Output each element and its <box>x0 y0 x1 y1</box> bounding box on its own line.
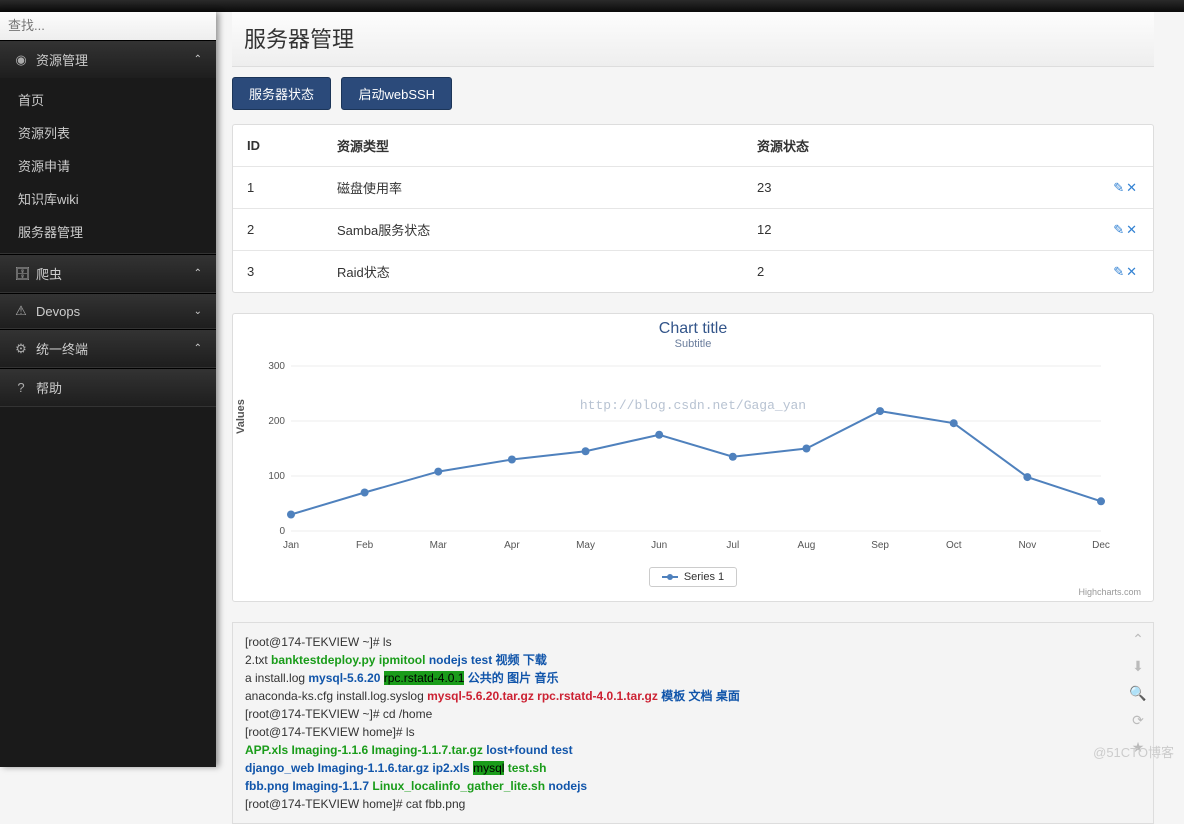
svg-text:200: 200 <box>268 416 285 427</box>
svg-text:Jul: Jul <box>726 540 739 551</box>
legend-label: Series 1 <box>684 571 724 583</box>
nav-group-label: 帮助 <box>36 378 62 397</box>
svg-text:Mar: Mar <box>430 540 448 551</box>
terminal-line: a install.log mysql-5.6.20 rpc.rstatd-4.… <box>245 669 1141 687</box>
nav-group-1[interactable]: 🗄 爬虫 ⌃ <box>0 255 216 292</box>
chart-legend: Series 1 <box>241 567 1145 587</box>
cell-status: 2 <box>743 251 1093 293</box>
chevron-up-icon: ⌃ <box>194 268 202 279</box>
download-icon[interactable]: ⬇ <box>1129 656 1147 677</box>
svg-text:Feb: Feb <box>356 540 374 551</box>
svg-text:Jan: Jan <box>283 540 299 551</box>
nav-group-label: 资源管理 <box>36 50 88 69</box>
resource-table-panel: ID资源类型资源状态 1磁盘使用率23✎✕2Samba服务状态12✎✕3Raid… <box>232 124 1154 293</box>
terminal-line: [root@174-TEKVIEW ~]# ls <box>245 633 1141 651</box>
cell-type: Samba服务状态 <box>323 209 743 251</box>
nav-item-0-3[interactable]: 知识库wiki <box>0 182 216 215</box>
col-header: 资源类型 <box>323 125 743 167</box>
cell-id: 3 <box>233 251 323 293</box>
terminal-line: 2.txt banktestdeploy.py ipmitool nodejs … <box>245 651 1141 669</box>
nav-group-0[interactable]: ◉ 资源管理 ⌃ <box>0 41 216 78</box>
button-row: 服务器状态 启动webSSH <box>232 67 1154 124</box>
nav-group-4[interactable]: ? 帮助 <box>0 369 216 406</box>
svg-text:May: May <box>576 540 595 551</box>
nav-group-icon: ⚠ <box>14 303 28 319</box>
nav-group-icon: 🗄 <box>14 266 28 282</box>
chart-ylabel: Values <box>235 399 247 434</box>
chart-title: Chart title <box>241 320 1145 338</box>
svg-text:0: 0 <box>279 526 285 537</box>
chevron-up-icon: ⌃ <box>194 54 202 65</box>
table-row: 2Samba服务状态12✎✕ <box>233 209 1153 251</box>
chevron-up-icon: ⌃ <box>194 343 202 354</box>
resource-table: ID资源类型资源状态 1磁盘使用率23✎✕2Samba服务状态12✎✕3Raid… <box>233 125 1153 292</box>
search-icon[interactable]: 🔍 <box>1129 683 1147 704</box>
chart-subtitle: Subtitle <box>241 338 1145 350</box>
nav-group-3[interactable]: ⚙ 统一终端 ⌃ <box>0 330 216 367</box>
col-header: 资源状态 <box>743 125 1093 167</box>
nav-group-label: 统一终端 <box>36 339 88 358</box>
row-actions[interactable]: ✎✕ <box>1093 209 1153 251</box>
legend-swatch-icon <box>662 576 678 578</box>
row-actions[interactable]: ✎✕ <box>1093 251 1153 293</box>
svg-text:300: 300 <box>268 361 285 372</box>
svg-text:Jun: Jun <box>651 540 667 551</box>
page-watermark: @51CTO博客 <box>1093 742 1174 761</box>
terminal-line: django_web Imaging-1.1.6.tar.gz ip2.xls … <box>245 759 1141 777</box>
cell-status: 12 <box>743 209 1093 251</box>
nav-item-0-1[interactable]: 资源列表 <box>0 116 216 149</box>
nav-group-label: Devops <box>36 304 80 319</box>
table-row: 1磁盘使用率23✎✕ <box>233 167 1153 209</box>
col-header: ID <box>233 125 323 167</box>
top-bar <box>0 0 1184 12</box>
chevron-down-icon: ⌄ <box>194 306 202 317</box>
svg-text:Dec: Dec <box>1092 540 1110 551</box>
terminal-line: [root@174-TEKVIEW ~]# cd /home <box>245 705 1141 723</box>
server-status-button[interactable]: 服务器状态 <box>232 77 331 110</box>
terminal-line: APP.xls Imaging-1.1.6 Imaging-1.1.7.tar.… <box>245 741 1141 759</box>
cell-id: 1 <box>233 167 323 209</box>
nav-group-2[interactable]: ⚠ Devops ⌄ <box>0 294 216 328</box>
svg-text:100: 100 <box>268 471 285 482</box>
scroll-top-icon[interactable]: ⌃ <box>1129 629 1147 650</box>
sidebar: ◉ 资源管理 ⌃ 首页资源列表资源申请知识库wiki服务器管理 🗄 爬虫 ⌃ ⚠ Devops ⌄… <box>0 12 216 767</box>
refresh-icon[interactable]: ⟳ <box>1129 710 1147 731</box>
terminal-output: [root@174-TEKVIEW ~]# ls2.txt banktestde… <box>232 622 1154 824</box>
cell-id: 2 <box>233 209 323 251</box>
nav-group-icon: ⚙ <box>14 341 28 357</box>
line-chart: 0 100 200 300 Jan Feb Mar Apr May Jun Jul Aug Sep Oct… <box>241 356 1121 556</box>
nav-group-icon: ? <box>14 380 28 395</box>
nav-item-0-0[interactable]: 首页 <box>0 83 216 116</box>
legend-item-series1[interactable]: Series 1 <box>649 567 737 587</box>
row-actions[interactable]: ✎✕ <box>1093 167 1153 209</box>
cell-status: 23 <box>743 167 1093 209</box>
svg-text:Aug: Aug <box>798 540 816 551</box>
page-title: 服务器管理 <box>232 12 1154 67</box>
cell-type: 磁盘使用率 <box>323 167 743 209</box>
nav-item-0-2[interactable]: 资源申请 <box>0 149 216 182</box>
terminal-line: [root@174-TEKVIEW home]# ls <box>245 723 1141 741</box>
svg-text:Oct: Oct <box>946 540 962 551</box>
chart-credits: Highcharts.com <box>241 587 1145 597</box>
terminal-line: [root@174-TEKVIEW home]# cat fbb.png <box>245 795 1141 813</box>
main-content: 服务器管理 服务器状态 启动webSSH ID资源类型资源状态 1磁盘使用率23… <box>232 12 1154 824</box>
terminal-line: fbb.png Imaging-1.1.7 Linux_localinfo_ga… <box>245 777 1141 795</box>
nav-group-label: 爬虫 <box>36 264 62 283</box>
chart-panel: Chart title Subtitle Values http://blog.… <box>232 313 1154 602</box>
cell-type: Raid状态 <box>323 251 743 293</box>
nav-group-icon: ◉ <box>14 52 28 68</box>
svg-text:Nov: Nov <box>1018 540 1036 551</box>
table-row: 3Raid状态2✎✕ <box>233 251 1153 293</box>
terminal-line: anaconda-ks.cfg install.log.syslog mysql… <box>245 687 1141 705</box>
search-input[interactable] <box>8 18 208 33</box>
nav-item-0-4[interactable]: 服务器管理 <box>0 215 216 248</box>
svg-text:Sep: Sep <box>871 540 889 551</box>
start-webssh-button[interactable]: 启动webSSH <box>341 77 452 110</box>
svg-text:Apr: Apr <box>504 540 520 551</box>
sidebar-search[interactable] <box>0 12 216 40</box>
